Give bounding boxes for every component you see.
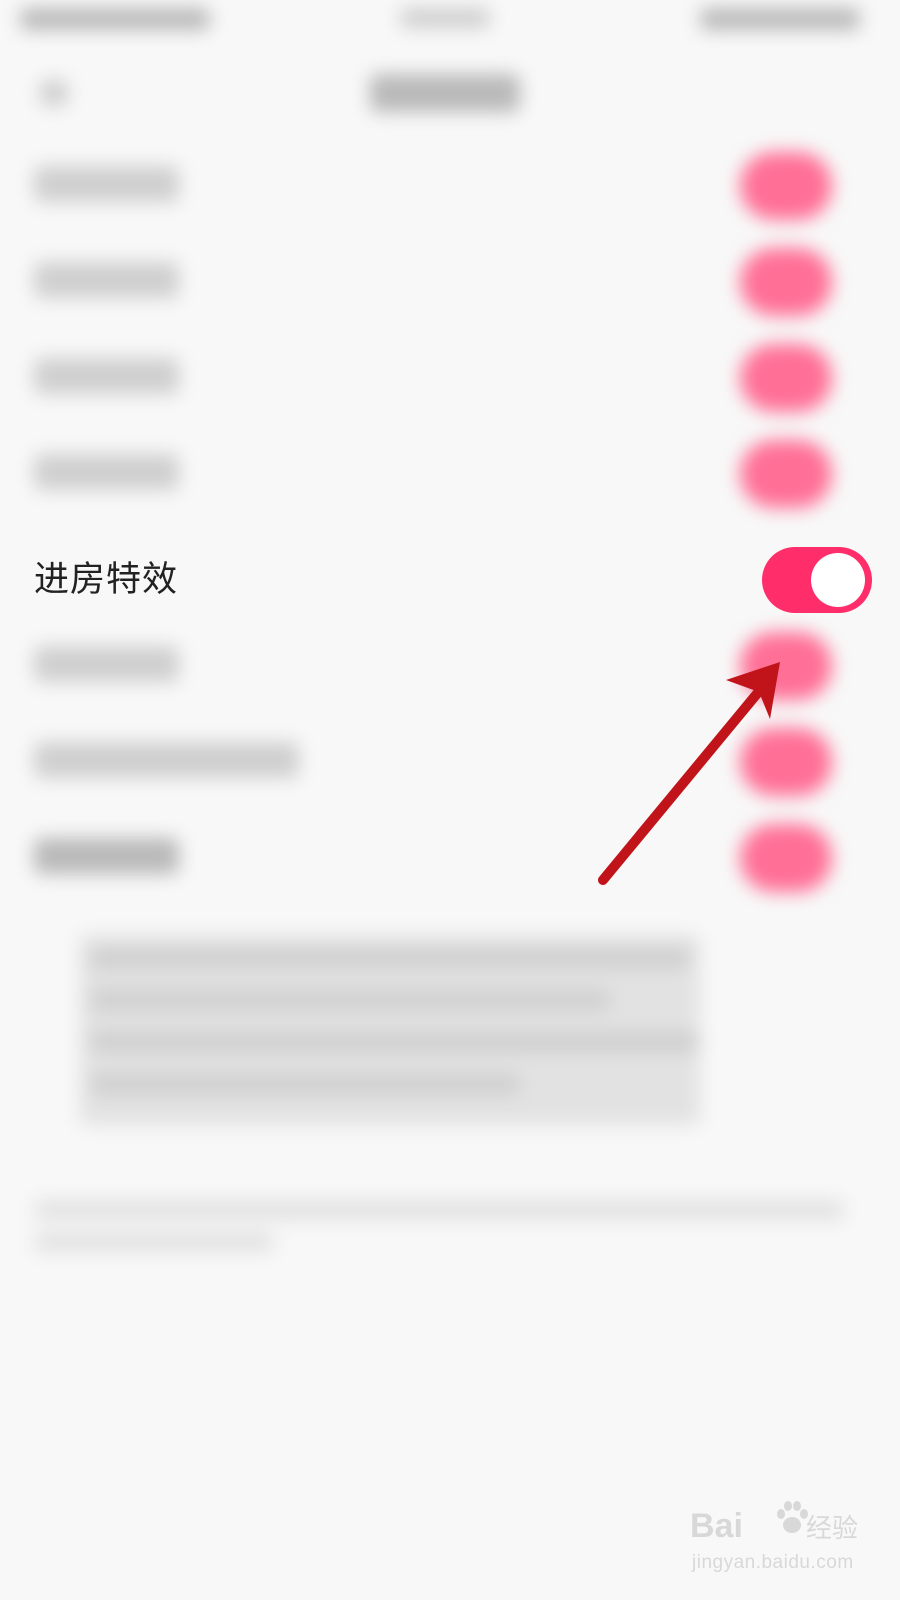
watermark-brand: Bai: [690, 1507, 743, 1545]
setting-row-entrance-effect: 进房特效: [0, 540, 900, 618]
status-bar-center-blur: [400, 8, 490, 28]
status-bar-left-blur: [20, 8, 210, 30]
row-7-toggle-blur: [740, 728, 832, 796]
row-4-toggle-blur: [740, 440, 832, 508]
watermark: Bai 经验 jingyan.baidu.com: [690, 1500, 870, 1590]
footnote-line-2-blur: [34, 1232, 274, 1252]
header-title-blur: [370, 74, 520, 112]
row-4-label-blur: [34, 454, 179, 490]
entrance-effect-toggle[interactable]: [762, 547, 872, 613]
toggle-knob: [811, 553, 865, 607]
row-1-toggle-blur: [740, 152, 832, 220]
row-2-label-blur: [34, 262, 179, 298]
row-3-label-blur: [34, 358, 179, 394]
row-6-label-blur: [34, 646, 179, 682]
description-line-1-blur: [90, 948, 690, 968]
row-6-toggle-blur: [740, 632, 832, 700]
footnote-line-1-blur: [34, 1200, 844, 1220]
watermark-url: jingyan.baidu.com: [692, 1552, 854, 1573]
row-1-label-blur: [34, 166, 179, 202]
row-8-label-blur: [34, 838, 179, 874]
description-line-3-blur: [90, 1032, 700, 1052]
description-line-2-blur: [90, 990, 610, 1010]
row-2-toggle-blur: [740, 248, 832, 316]
row-3-toggle-blur: [740, 344, 832, 412]
row-8-toggle-blur: [740, 824, 832, 892]
row-7-label-blur: [34, 742, 299, 778]
back-button-blur: [40, 80, 68, 106]
blurred-background: [0, 0, 900, 1600]
setting-label: 进房特效: [34, 560, 179, 600]
status-bar-right-blur: [700, 8, 860, 30]
watermark-brand-cn: 经验: [806, 1514, 859, 1544]
description-line-4-blur: [90, 1074, 520, 1094]
